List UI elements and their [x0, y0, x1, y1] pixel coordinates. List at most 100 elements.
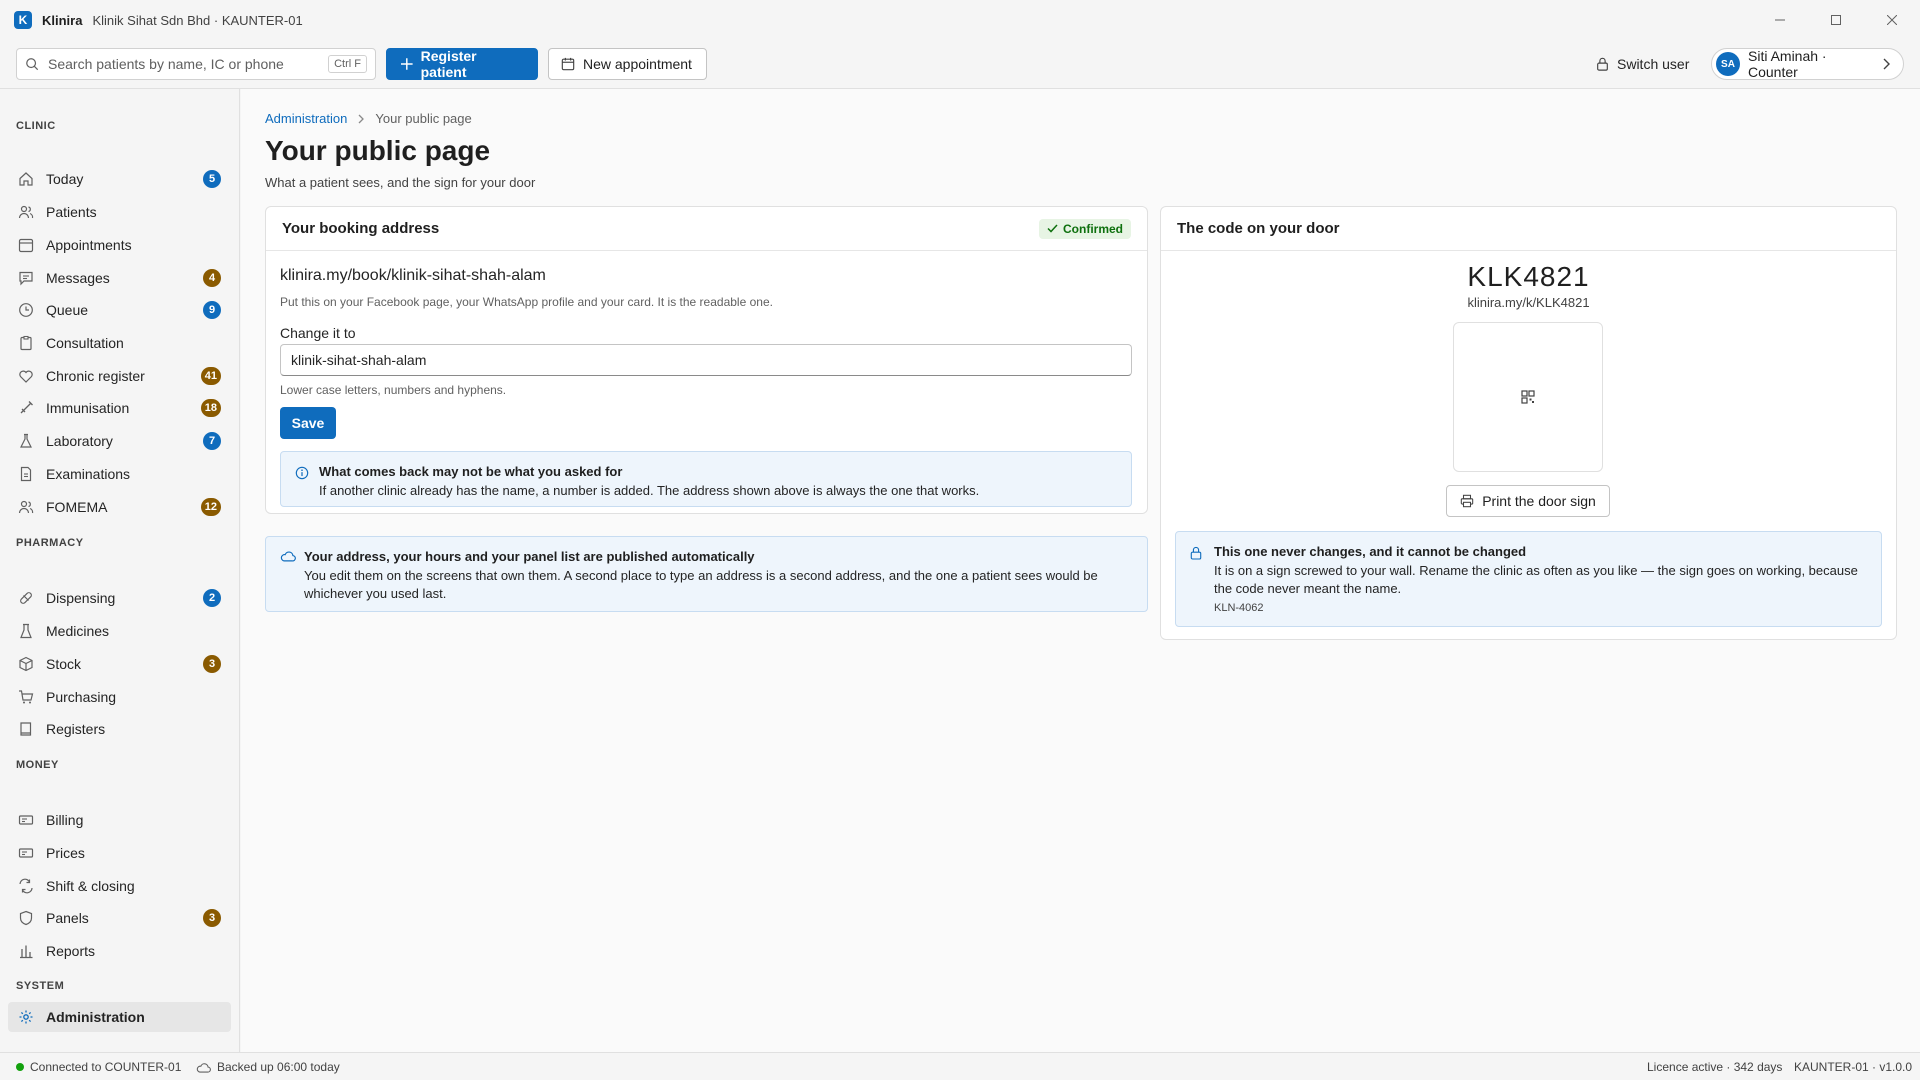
sidebar-item-prices[interactable]: Prices — [8, 838, 231, 868]
sidebar: CLINIC PHARMACY MONEY SYSTEM Today 5 Patie… — [0, 89, 240, 1052]
booking-address: klinira.my/book/klinik-sihat-shah-alam — [280, 267, 546, 284]
cloud-icon — [196, 1062, 211, 1073]
print-door-sign-button[interactable]: Print the door sign — [1446, 485, 1610, 517]
sidebar-item-fomema[interactable]: FOMEMA 12 — [8, 492, 231, 522]
status-bar: Connected to COUNTER-01 Backed up 06:00 … — [0, 1052, 1920, 1080]
door-notice-title: This one never changes, and it cannot be… — [1214, 544, 1527, 559]
user-menu[interactable]: SA Siti Aminah · Counter — [1711, 48, 1904, 80]
sidebar-item-consultation[interactable]: Consultation — [8, 328, 231, 358]
clock-icon — [19, 303, 33, 317]
booking-address-help: Put this on your Facebook page, your Wha… — [280, 295, 773, 309]
money-icon — [18, 848, 34, 858]
clipboard-icon — [20, 335, 32, 351]
sidebar-item-panels[interactable]: Panels 3 — [8, 903, 231, 933]
status-badge-label: Confirmed — [1063, 221, 1123, 236]
home-icon — [19, 172, 33, 186]
sidebar-item-laboratory[interactable]: Laboratory 7 — [8, 426, 231, 456]
sidebar-item-appointments[interactable]: Appointments — [8, 230, 231, 260]
save-button[interactable]: Save — [280, 407, 336, 439]
sidebar-item-label: Stock — [46, 656, 82, 672]
search-icon — [26, 58, 39, 71]
sidebar-item-label: Billing — [46, 812, 84, 828]
register-patient-label: Register patient — [420, 48, 477, 80]
name-conflict-notice: What comes back may not be what you aske… — [280, 451, 1132, 507]
section-label-system: SYSTEM — [16, 980, 65, 992]
slug-field-label: Change it to — [280, 325, 356, 341]
count-badge: 9 — [203, 301, 221, 319]
money-icon — [18, 815, 34, 825]
page-subtitle: What a patient sees, and the sign for yo… — [265, 175, 536, 190]
sidebar-item-label: Appointments — [46, 237, 132, 253]
sidebar-item-label: Queue — [46, 302, 89, 318]
door-card-title: The code on your door — [1177, 220, 1340, 237]
backup-status: Backed up 06:00 today — [196, 1060, 340, 1074]
count-badge: 4 — [203, 269, 221, 287]
sidebar-item-label: Medicines — [46, 623, 110, 639]
maximize-button[interactable] — [1808, 0, 1864, 40]
people-icon — [18, 500, 34, 514]
count-badge: 12 — [200, 498, 221, 516]
breadcrumb-link-administration[interactable]: Administration — [265, 111, 347, 126]
register-patient-button[interactable]: Register patient — [386, 48, 538, 80]
sidebar-item-patients[interactable]: Patients — [8, 197, 231, 227]
door-code-url: klinira.my/k/KLK4821 — [1467, 295, 1590, 310]
section-label-pharmacy: PHARMACY — [16, 537, 84, 549]
door-code-notice: This one never changes, and it cannot be… — [1175, 531, 1882, 627]
box-icon — [19, 656, 33, 672]
sidebar-item-label: Consultation — [46, 335, 124, 351]
cloud-icon — [280, 551, 296, 562]
chevron-right-icon — [358, 114, 365, 123]
count-badge: 3 — [203, 655, 221, 673]
sidebar-item-purchasing[interactable]: Purchasing — [8, 682, 231, 712]
heart-icon — [19, 370, 33, 383]
sidebar-item-immunisation[interactable]: Immunisation 18 — [8, 393, 231, 423]
door-code: KLK4821 — [1467, 261, 1590, 292]
sidebar-item-registers[interactable]: Registers — [8, 714, 231, 744]
sidebar-item-billing[interactable]: Billing — [8, 805, 231, 835]
sidebar-item-label: Registers — [46, 721, 106, 737]
switch-user-button[interactable]: Switch user — [1596, 48, 1689, 80]
switch-user-label: Switch user — [1617, 56, 1690, 72]
window-subtitle: Klinik Sihat Sdn Bhd · KAUNTER-01 — [92, 12, 303, 28]
minimize-icon — [1775, 19, 1785, 21]
sidebar-item-administration[interactable]: Administration — [8, 1002, 231, 1032]
title-bar: K Klinira Klinik Sihat Sdn Bhd · KAUNTER… — [0, 0, 1920, 40]
connection-status-label: Connected to COUNTER-01 — [30, 1060, 182, 1074]
user-name: Siti Aminah · Counter — [1748, 48, 1827, 80]
door-card-header: The code on your door — [1161, 207, 1896, 251]
booking-card-title: Your booking address — [282, 220, 440, 237]
sidebar-item-reports[interactable]: Reports — [8, 936, 231, 966]
sidebar-item-label: Panels — [46, 910, 89, 926]
slug-input[interactable] — [280, 344, 1132, 376]
door-notice-text: It is on a sign screwed to your wall. Re… — [1214, 563, 1858, 596]
minimize-button[interactable] — [1752, 0, 1808, 40]
booking-card-header: Your booking address Confirmed — [266, 207, 1147, 251]
new-appointment-button[interactable]: New appointment — [548, 48, 707, 80]
published-notice: Your address, your hours and your panel … — [265, 536, 1148, 612]
calendar-icon — [561, 57, 575, 71]
sidebar-item-today[interactable]: Today 5 — [8, 164, 231, 194]
sidebar-item-chronic-register[interactable]: Chronic register 41 — [8, 361, 231, 391]
sidebar-item-dispensing[interactable]: Dispensing 2 — [8, 583, 231, 613]
count-badge: 7 — [203, 432, 221, 450]
sidebar-item-label: Examinations — [46, 466, 131, 482]
sidebar-item-stock[interactable]: Stock 3 — [8, 649, 231, 679]
sidebar-item-examinations[interactable]: Examinations — [8, 459, 231, 489]
status-badge: Confirmed — [1039, 218, 1131, 239]
sidebar-item-shift-and-closing[interactable]: Shift & closing — [8, 871, 231, 901]
published-notice-text: You edit them on the screens that own th… — [304, 568, 1098, 601]
sidebar-item-messages[interactable]: Messages 4 — [8, 263, 231, 293]
shield-icon — [19, 910, 33, 926]
slug-field-hint: Lower case letters, numbers and hyphens. — [280, 383, 507, 397]
toolbar: Search patients by name, IC or phone Ctr… — [0, 40, 1920, 89]
sidebar-item-label: Chronic register — [46, 368, 145, 384]
search-input[interactable]: Search patients by name, IC or phone Ctr… — [16, 48, 376, 80]
close-window-button[interactable] — [1864, 0, 1920, 40]
flask-icon — [20, 433, 32, 448]
sidebar-item-medicines[interactable]: Medicines — [8, 616, 231, 646]
chat-icon — [19, 271, 33, 286]
count-badge: 41 — [200, 367, 221, 385]
sidebar-item-queue[interactable]: Queue 9 — [8, 295, 231, 325]
sidebar-item-label: Immunisation — [46, 400, 130, 416]
sidebar-item-label: Patients — [46, 204, 97, 220]
